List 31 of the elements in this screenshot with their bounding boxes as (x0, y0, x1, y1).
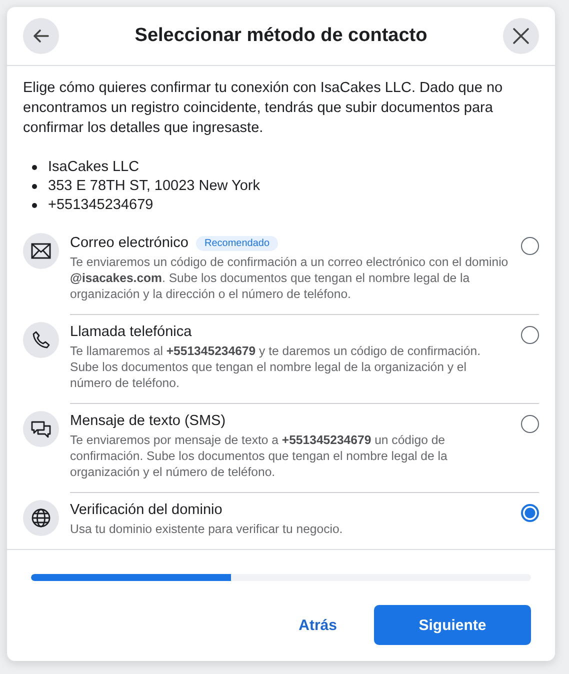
option-title: Mensaje de texto (SMS) (70, 412, 226, 431)
detail-text: +551345234679 (48, 196, 154, 215)
next-button[interactable]: Siguiente (374, 605, 531, 645)
bullet-icon (32, 203, 37, 208)
bullet-icon (32, 184, 37, 189)
bullet-icon (32, 165, 37, 170)
option-description: Usa tu dominio existente para verificar tu negocio. (70, 521, 344, 537)
detail-text: 353 E 78TH ST, 10023 New York (48, 177, 260, 196)
detail-text: IsaCakes LLC (48, 158, 140, 177)
globe-icon (31, 508, 51, 528)
radio-button[interactable] (521, 415, 539, 433)
close-icon (512, 27, 530, 45)
back-link-button[interactable]: Atrás (298, 608, 337, 642)
option-title: Verificación del dominio (70, 501, 222, 520)
close-button[interactable] (503, 18, 539, 54)
back-arrow-icon (32, 27, 50, 45)
option-description: Te llamaremos al +551345234679 y te daremos un código de confirmación. Sube los documentos que tengan el nombre legal de la organización y el número de teléfono. (70, 343, 482, 391)
envelope-icon (31, 243, 51, 259)
radio-button[interactable] (521, 237, 539, 255)
option-title: Llamada telefónica (70, 323, 192, 342)
radio-button[interactable] (521, 326, 539, 344)
back-button[interactable] (23, 18, 59, 54)
option-description: Te enviaremos un código de confirmación a un correo electrónico con el dominio @isacakes.com. Sube los documentos que tengan el nombre legal de la organización y la dirección o el número de teléfono. (70, 254, 509, 302)
dialog-title: Seleccionar método de contacto (134, 25, 428, 47)
chat-bubbles-icon (30, 419, 52, 439)
radio-button[interactable] (521, 504, 539, 522)
option-title: Correo electrónico (70, 234, 188, 253)
phone-icon (31, 330, 51, 350)
intro-text: Elige cómo quieres confirmar tu conexión con IsaCakes LLC. Dado que no encontramos un registro coincidente, tendrás que subir documentos para confirmar los detalles que ingresaste. (23, 79, 504, 138)
recommended-badge: Recomendado (196, 236, 278, 250)
option-description: Te enviaremos por mensaje de texto a +551345234679 un código de confirmación. Sube los documentos que tengan el nombre legal de la organización y el número de teléfono. (70, 432, 448, 480)
